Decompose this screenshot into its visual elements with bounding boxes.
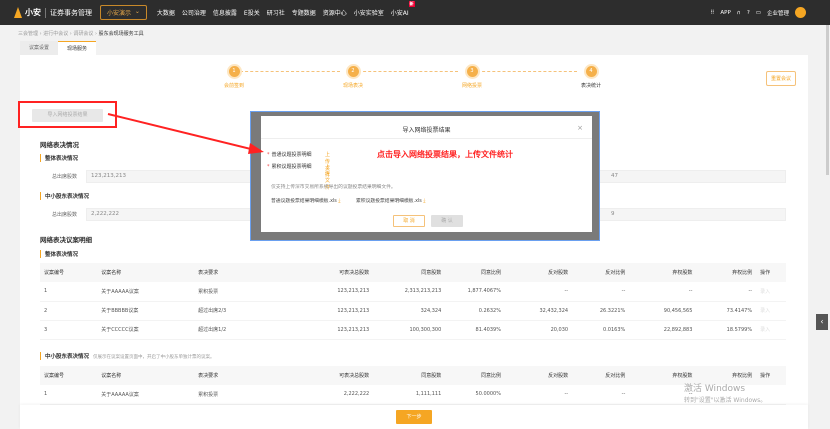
annotation-arrow [107,113,264,154]
